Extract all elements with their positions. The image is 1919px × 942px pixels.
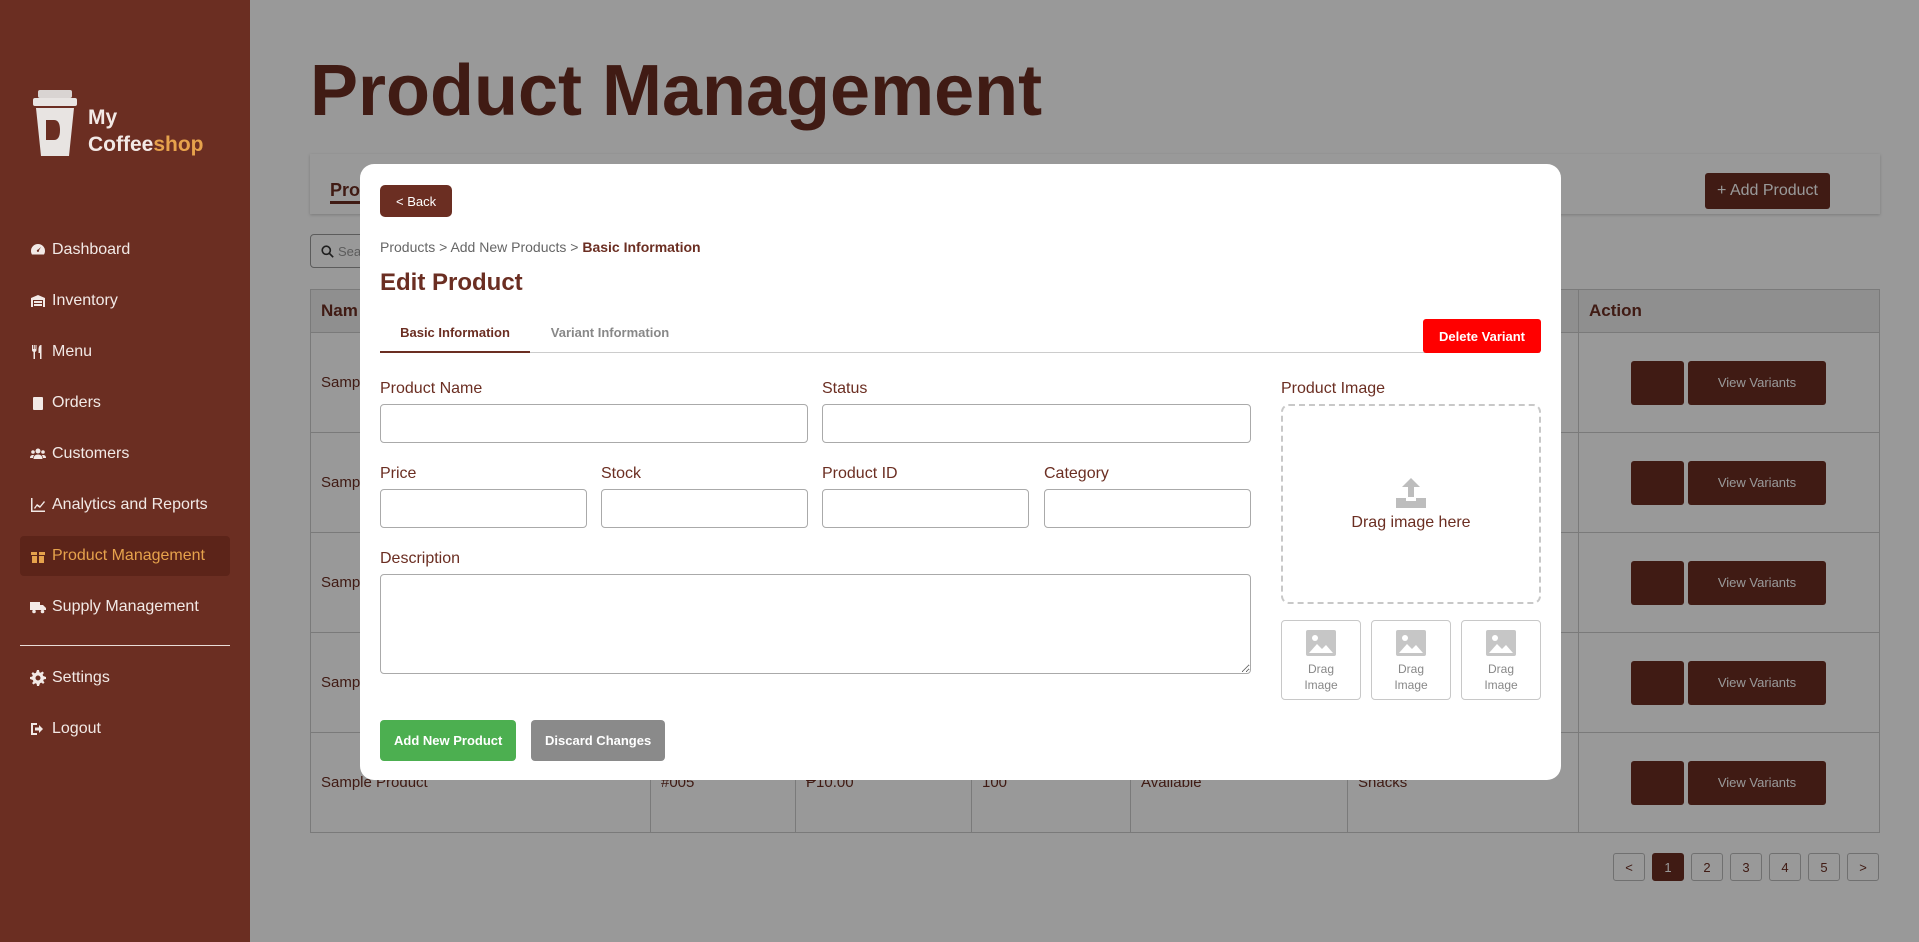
image-icon: [1306, 630, 1336, 656]
breadcrumb-products[interactable]: Products: [380, 239, 435, 255]
upload-icon: [1396, 478, 1426, 508]
tab-variant-information[interactable]: Variant Information: [540, 319, 680, 353]
sidebar: My Coffeeshop Dashboard Inventory Menu O…: [0, 0, 250, 942]
delete-variant-button[interactable]: Delete Variant: [1423, 319, 1541, 353]
modal-title: Edit Product: [380, 269, 523, 296]
modal-tabs: Basic Information Variant Information: [380, 319, 1540, 353]
price-field[interactable]: [380, 489, 587, 528]
sidebar-item-logout[interactable]: Logout: [20, 709, 230, 749]
image-icon: [1486, 630, 1516, 656]
sidebar-item-label: Menu: [52, 343, 93, 360]
category-label: Category: [1044, 465, 1109, 482]
sidebar-divider: [20, 645, 230, 646]
sidebar-item-label: Supply Management: [52, 598, 199, 615]
sidebar-item-label: Settings: [52, 669, 110, 686]
coffee-cup-icon: [33, 90, 77, 156]
users-icon: [30, 448, 46, 459]
logo-coffee: Coffee: [88, 133, 154, 156]
breadcrumb-current: Basic Information: [582, 239, 701, 255]
breadcrumb-add-new[interactable]: Add New Products: [450, 239, 566, 255]
thumbnail-text: Drag Image: [1394, 662, 1428, 692]
sidebar-item-label: Inventory: [52, 292, 118, 309]
sidebar-item-label: Orders: [52, 394, 101, 411]
product-id-field[interactable]: [822, 489, 1029, 528]
sidebar-item-label: Customers: [52, 445, 130, 462]
logo: My Coffeeshop: [30, 88, 204, 160]
edit-product-modal: < Back Products > Add New Products > Bas…: [360, 164, 1561, 780]
stock-field[interactable]: [601, 489, 808, 528]
logout-icon: [31, 723, 43, 735]
category-field[interactable]: [1044, 489, 1251, 528]
thumbnail-dropzone[interactable]: Drag Image: [1461, 620, 1541, 700]
sidebar-item-customers[interactable]: Customers: [20, 434, 230, 474]
sidebar-item-settings[interactable]: Settings: [20, 658, 230, 698]
description-label: Description: [380, 550, 461, 567]
sidebar-item-inventory[interactable]: Inventory: [20, 281, 230, 321]
sidebar-bottom-nav: Settings Logout: [20, 658, 230, 760]
product-name-label: Product Name: [380, 380, 483, 397]
sidebar-item-orders[interactable]: Orders: [20, 383, 230, 423]
gear-icon: [30, 670, 46, 686]
logo-line1: My: [88, 106, 118, 129]
sidebar-item-label: Analytics and Reports: [52, 496, 208, 513]
sidebar-nav: Dashboard Inventory Menu Orders Customer…: [20, 230, 230, 638]
sidebar-item-supply-management[interactable]: Supply Management: [20, 587, 230, 627]
dashboard-icon: [31, 244, 45, 255]
chart-line-icon: [31, 498, 45, 512]
back-button[interactable]: < Back: [380, 185, 453, 217]
discard-changes-button[interactable]: Discard Changes: [531, 720, 666, 761]
product-name-field[interactable]: [380, 404, 808, 443]
add-new-product-button[interactable]: Add New Product: [380, 720, 517, 761]
breadcrumb: Products > Add New Products > Basic Info…: [380, 239, 701, 255]
thumbnail-text: Drag Image: [1484, 662, 1518, 692]
product-id-label: Product ID: [822, 465, 898, 482]
status-field[interactable]: [822, 404, 1251, 443]
status-label: Status: [822, 380, 868, 397]
sidebar-item-analytics[interactable]: Analytics and Reports: [20, 485, 230, 525]
sidebar-item-menu[interactable]: Menu: [20, 332, 230, 372]
sidebar-item-product-management[interactable]: Product Management: [20, 536, 230, 576]
logo-shop: shop: [153, 133, 204, 156]
logo-line2: Coffeeshop: [88, 131, 204, 158]
image-dropzone[interactable]: Drag image here: [1281, 404, 1541, 604]
dropzone-text: Drag image here: [1351, 514, 1471, 531]
sidebar-item-label: Product Management: [52, 547, 205, 564]
stock-label: Stock: [601, 465, 642, 482]
box-icon: [31, 552, 45, 563]
sidebar-item-label: Logout: [52, 720, 101, 737]
product-image-label: Product Image: [1281, 380, 1386, 397]
sidebar-item-dashboard[interactable]: Dashboard: [20, 230, 230, 270]
clipboard-icon: [33, 397, 43, 410]
logo-text: My Coffeeshop: [88, 104, 204, 158]
description-field[interactable]: [380, 574, 1251, 674]
sidebar-item-label: Dashboard: [52, 241, 131, 258]
thumbnail-dropzone[interactable]: Drag Image: [1371, 620, 1451, 700]
breadcrumb-separator: >: [566, 239, 583, 255]
price-label: Price: [380, 465, 417, 482]
thumbnail-text: Drag Image: [1304, 662, 1338, 692]
truck-icon: [30, 602, 46, 614]
utensils-icon: [32, 345, 42, 359]
thumbnail-dropzone[interactable]: Drag Image: [1281, 620, 1361, 700]
image-icon: [1396, 630, 1426, 656]
warehouse-icon: [31, 295, 45, 307]
breadcrumb-separator: >: [435, 239, 451, 255]
tab-basic-information[interactable]: Basic Information: [380, 319, 530, 353]
